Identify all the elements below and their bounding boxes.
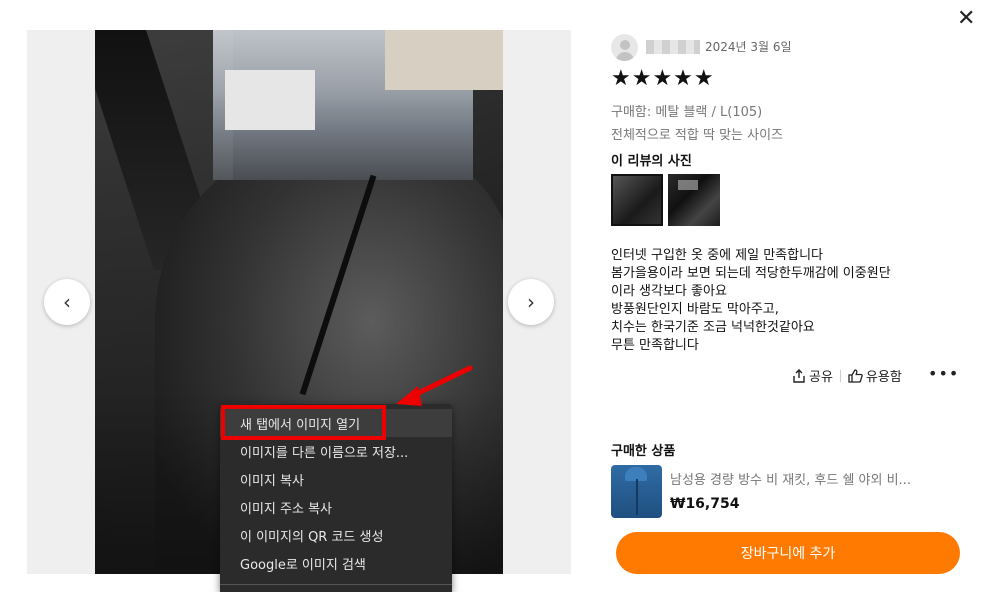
purchased-product-title: 구매한 상품: [611, 444, 676, 459]
menu-item-copy-image-address[interactable]: 이미지 주소 복사: [220, 493, 452, 521]
review-line: 치수는 한국기준 조금 넉넉한것같아요: [611, 320, 815, 335]
add-to-cart-button[interactable]: 장바구니에 추가: [616, 532, 960, 574]
review-line: 인터넷 구입한 옷 중에 제일 만족합니다: [611, 248, 824, 263]
annotation-arrow: [396, 365, 473, 406]
menu-item-save-image-as[interactable]: 이미지를 다른 이름으로 저장...: [220, 437, 452, 465]
avatar: [611, 34, 638, 61]
menu-item-qr-code[interactable]: 이 이미지의 QR 코드 생성: [220, 521, 452, 549]
share-label: 공유: [809, 370, 833, 385]
menu-item-copy-image[interactable]: 이미지 복사: [220, 465, 452, 493]
chevron-left-icon: ‹: [63, 290, 71, 314]
share-button[interactable]: 공유: [792, 366, 833, 385]
review-line: 이라 생각보다 좋아요: [611, 284, 727, 299]
pixelated-face-region: [225, 70, 315, 130]
highlight-box: [221, 405, 386, 440]
fit-info: 전체적으로 적합 딱 맞는 사이즈: [611, 128, 784, 143]
review-text: 인터넷 구입한 옷 중에 제일 만족합니다 봄가을용이라 보면 되는데 적당한두…: [611, 247, 891, 355]
review-date: 2024년 3월 6일: [705, 40, 792, 54]
more-options-icon[interactable]: •••: [928, 364, 959, 383]
helpful-label: 유용함: [865, 370, 902, 385]
purchased-option: 구매함: 메탈 블랙 / L(105): [611, 105, 763, 120]
blurred-username: [646, 40, 700, 54]
menu-divider: [220, 584, 452, 585]
review-photo-thumbnail[interactable]: [611, 174, 663, 226]
pixelated-face-region: [385, 30, 503, 90]
thumbs-up-icon: [848, 368, 863, 383]
share-icon: [793, 368, 805, 383]
star-rating: ★★★★★: [611, 66, 715, 91]
product-name[interactable]: 남성용 경량 방수 비 재킷, 후드 쉘 야외 비...: [670, 469, 911, 488]
product-price: ₩16,754: [670, 496, 740, 512]
menu-item-google-image-search[interactable]: Google로 이미지 검색: [220, 549, 452, 577]
helpful-button[interactable]: 유용함: [848, 366, 902, 385]
review-photo-thumbnail[interactable]: [668, 174, 720, 226]
review-line: 방풍원단인지 바람도 막아주고,: [611, 302, 779, 317]
review-line: 무튼 만족합니다: [611, 338, 699, 353]
chevron-right-icon: ›: [527, 290, 535, 314]
product-image[interactable]: [611, 465, 662, 518]
prev-image-button[interactable]: ‹: [44, 279, 90, 325]
review-photos-title: 이 리뷰의 사진: [611, 154, 692, 169]
review-line: 봄가을용이라 보면 되는데 적당한두깨감에 이중원단: [611, 266, 891, 281]
divider: [839, 369, 841, 382]
review-modal: ‹ › 새 탭에서 이미지 열기 이미지를 다른 이름으로 저장... 이미지 …: [0, 0, 984, 592]
close-icon[interactable]: ✕: [957, 6, 975, 31]
next-image-button[interactable]: ›: [508, 279, 554, 325]
review-actions: 공유 유용함: [792, 366, 902, 385]
